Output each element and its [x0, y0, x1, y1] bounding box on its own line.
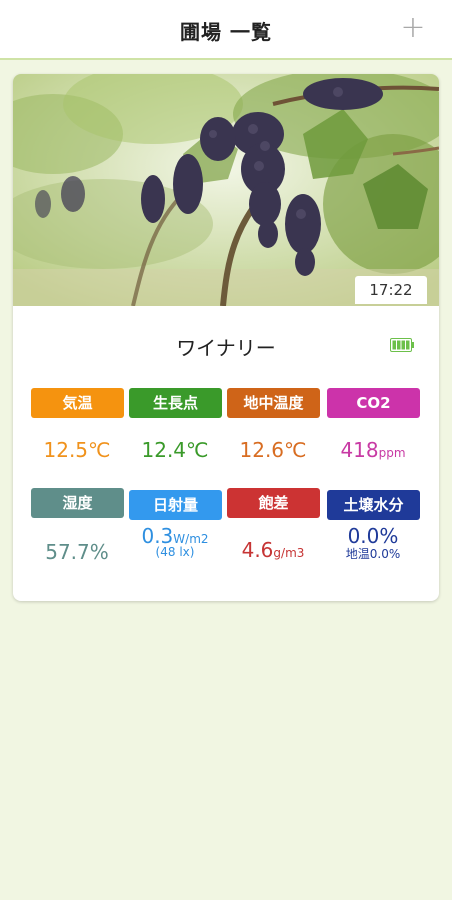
label-solar-radiation: 日射量 — [129, 490, 222, 520]
value-growth-point: 12.4℃ — [141, 438, 209, 462]
label-soil-temp: 地中温度 — [227, 388, 320, 418]
value-saturation-deficit: 4.6g/m3 — [241, 538, 305, 562]
add-button[interactable]: + — [398, 10, 428, 46]
page-title: 圃場 一覧 — [180, 20, 272, 44]
vineyard-grapes-image — [13, 74, 439, 306]
battery-full-icon — [390, 338, 414, 352]
value-soil-moisture-sub: 地温0.0% — [345, 547, 401, 561]
site-name: ワイナリー — [176, 336, 276, 360]
label-co2: CO2 — [327, 388, 420, 418]
value-soil-temp: 12.6℃ — [239, 438, 307, 462]
label-growth-point: 生長点 — [129, 388, 222, 418]
value-co2: 418ppm — [340, 438, 406, 462]
value-solar-lux: (48 lx) — [155, 545, 195, 559]
label-air-temp: 気温 — [31, 388, 124, 418]
timestamp-badge: 17:22 — [355, 276, 427, 304]
field-card[interactable]: 17:22 ワイナリー 気温 生長点 地中温度 CO2 12.5℃ 12.4℃ … — [13, 74, 439, 601]
value-humidity: 57.7% — [45, 540, 109, 564]
value-air-temp: 12.5℃ — [43, 438, 111, 462]
app-header: 圃場 一覧 + — [0, 0, 452, 60]
label-soil-moisture: 土壌水分 — [327, 490, 420, 520]
label-humidity: 湿度 — [31, 488, 124, 518]
field-photo: 17:22 — [13, 74, 439, 306]
label-saturation-deficit: 飽差 — [227, 488, 320, 518]
